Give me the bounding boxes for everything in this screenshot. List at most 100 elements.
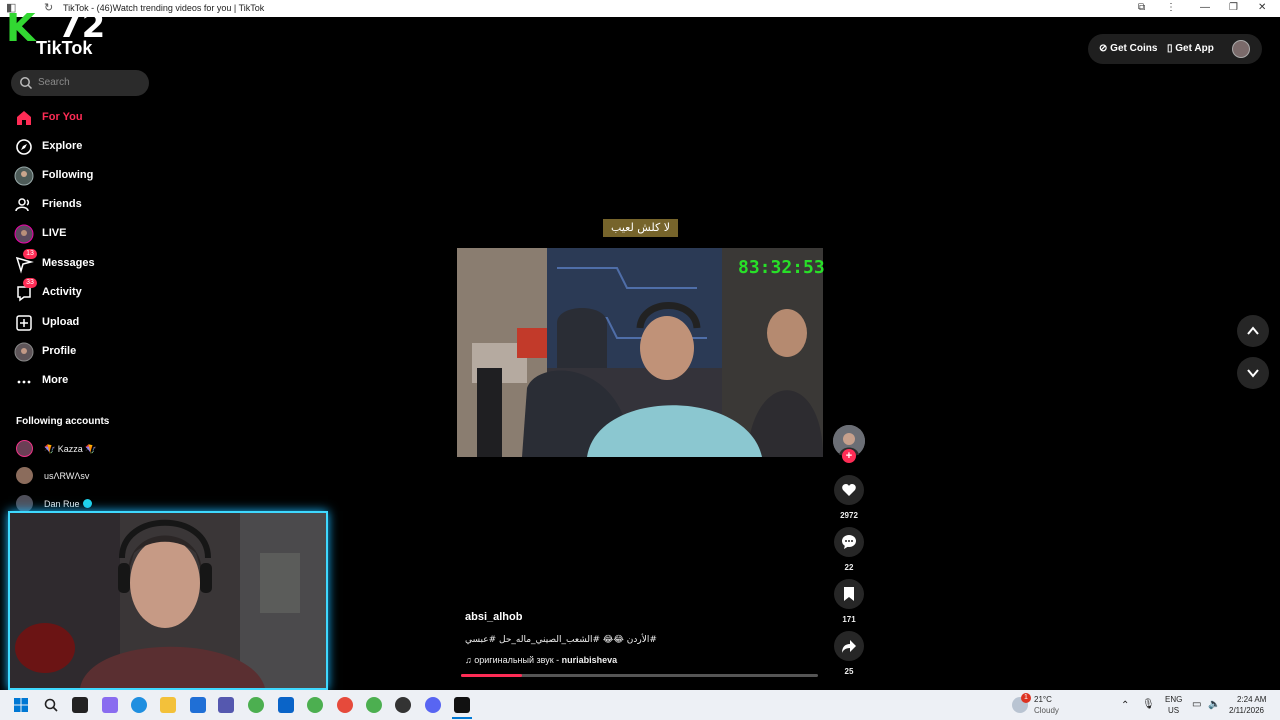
chrome-icon[interactable] xyxy=(366,697,382,713)
sidebar-item-activity[interactable]: 33 Activity xyxy=(14,278,144,305)
home-icon xyxy=(17,111,31,125)
get-app-button[interactable]: ▯ Get App xyxy=(1167,43,1214,54)
video-description: #الأردن 😂😂 #الشعب_الصيني_ماله_حل #عبسي xyxy=(465,635,657,645)
file-explorer-icon[interactable] xyxy=(160,697,176,713)
active-app-indicator xyxy=(452,717,472,719)
sidebar-item-label: Upload xyxy=(42,316,80,328)
outlook-icon[interactable] xyxy=(278,697,294,713)
account-name: 🪁 Kazza 🪁 xyxy=(44,444,97,454)
coin-icon: ⊘ xyxy=(1099,43,1111,54)
windows-taskbar: 1 21°C Cloudy ⌃ 🎙 ENG US ▭ 🔈 2:24 AM 2/1… xyxy=(0,690,1280,720)
account-name: usɅRWɅsv xyxy=(44,471,90,481)
following-avatar-icon xyxy=(14,166,34,186)
share-count: 25 xyxy=(844,667,854,676)
share-button[interactable] xyxy=(834,631,864,661)
close-button[interactable]: ✕ xyxy=(1258,2,1266,14)
header-actions: ⊘ Get Coins ▯ Get App xyxy=(1088,34,1262,64)
video-music[interactable]: ♫ оригинальный звук - nuriabisheva xyxy=(465,655,617,665)
taskbar-search-icon[interactable] xyxy=(43,697,59,713)
task-view-icon[interactable] xyxy=(72,697,88,713)
menu-dots-icon[interactable]: ⋮ xyxy=(1166,2,1176,14)
extensions-icon[interactable]: ⧉ xyxy=(1138,2,1145,14)
video-timer-overlay: 83:32:53 xyxy=(738,257,825,278)
heart-icon xyxy=(842,484,856,496)
clock-date: 2/11/2026 xyxy=(1229,706,1264,715)
music-note-icon: ♫ xyxy=(465,655,475,665)
get-app-label: Get App xyxy=(1175,43,1214,54)
next-video-button[interactable] xyxy=(1237,357,1269,389)
sidebar-item-following[interactable]: Following xyxy=(14,164,144,188)
account-name: Dan Rue xyxy=(44,499,80,509)
save-button[interactable] xyxy=(834,579,864,609)
store-icon[interactable] xyxy=(190,697,206,713)
sidebar-item-explore[interactable]: Explore xyxy=(14,135,144,159)
video-author[interactable]: absi_alhob xyxy=(465,611,522,623)
weather-badge: 1 xyxy=(1021,693,1031,703)
get-coins-button[interactable]: ⊘ Get Coins xyxy=(1099,43,1157,54)
search-input[interactable]: Search xyxy=(11,70,149,96)
browser-titlebar: ◧ ↻ TikTok - (46)Watch trending videos f… xyxy=(0,0,1280,17)
volume-icon[interactable]: 🔈 xyxy=(1208,699,1220,710)
sidebar-item-profile[interactable]: Profile xyxy=(14,340,144,364)
network-icon[interactable]: ▭ xyxy=(1192,699,1201,710)
chevron-up-icon xyxy=(1247,326,1259,335)
sidebar-item-live[interactable]: LIVE xyxy=(14,222,144,246)
sidebar-item-messages[interactable]: 13 Messages xyxy=(14,249,144,276)
video-player[interactable] xyxy=(457,248,823,457)
language-bottom: US xyxy=(1168,706,1180,715)
sidebar-item-friends[interactable]: Friends xyxy=(14,193,144,217)
more-icon xyxy=(17,380,31,384)
copilot-icon[interactable] xyxy=(102,697,118,713)
windows-start-icon[interactable] xyxy=(13,697,29,713)
microphone-icon[interactable]: 🎙 xyxy=(1142,699,1155,710)
friends-icon xyxy=(15,198,30,212)
music-artist: nuriabisheva xyxy=(561,655,618,665)
video-frame xyxy=(457,248,823,457)
restore-button[interactable]: ❐ xyxy=(1229,2,1238,14)
teams-icon[interactable] xyxy=(218,697,234,713)
sidebar-item-more[interactable]: More xyxy=(14,369,144,393)
tiktok-logo[interactable]: TikTok xyxy=(36,38,92,59)
webcam-overlay xyxy=(8,511,328,690)
webcam-image xyxy=(10,513,326,688)
activity-badge: 33 xyxy=(23,278,37,288)
compass-icon xyxy=(16,139,32,155)
obs-icon[interactable] xyxy=(395,697,411,713)
follow-button[interactable]: + xyxy=(842,449,856,463)
like-button[interactable] xyxy=(834,475,864,505)
live-avatar-icon xyxy=(14,224,34,244)
chrome-icon[interactable] xyxy=(248,697,264,713)
edge-icon[interactable] xyxy=(131,697,147,713)
user-avatar[interactable] xyxy=(1232,40,1250,58)
search-icon xyxy=(20,77,33,90)
previous-video-button[interactable] xyxy=(1237,315,1269,347)
sidebar-item-label: Following xyxy=(42,169,94,181)
clock-time[interactable]: 2:24 AM xyxy=(1237,695,1266,704)
video-progress-bar[interactable] xyxy=(461,674,818,677)
chrome-icon[interactable] xyxy=(307,697,323,713)
stream-logo-k: K xyxy=(6,6,36,50)
sidebar-item-upload[interactable]: Upload xyxy=(14,311,144,335)
get-coins-label: Get Coins xyxy=(1110,43,1158,54)
weather-desc: Cloudy xyxy=(1034,706,1059,715)
video-caption-overlay: لا كلش لعيب xyxy=(603,219,678,237)
sidebar-item-label: Activity xyxy=(42,286,82,298)
language-top[interactable]: ENG xyxy=(1165,695,1182,704)
minimize-button[interactable]: — xyxy=(1200,2,1210,14)
comment-button[interactable] xyxy=(834,527,864,557)
verified-icon xyxy=(83,499,92,508)
tray-expand-icon[interactable]: ⌃ xyxy=(1121,700,1129,711)
chrome-icon[interactable] xyxy=(337,697,353,713)
sidebar-item-label: More xyxy=(42,374,69,386)
music-prefix: оригинальный звук - xyxy=(474,655,562,665)
like-count: 2972 xyxy=(840,511,858,520)
sidebar-item-label: Explore xyxy=(42,140,83,152)
tiktok-taskbar-icon[interactable] xyxy=(454,697,470,713)
sidebar-item-label: Messages xyxy=(42,257,95,269)
profile-avatar-icon xyxy=(14,342,34,362)
weather-temp: 21°C xyxy=(1034,695,1052,704)
sidebar-item-for-you[interactable]: For You xyxy=(14,106,144,130)
share-icon xyxy=(842,640,856,653)
avatar xyxy=(16,440,33,457)
discord-icon[interactable] xyxy=(425,697,441,713)
